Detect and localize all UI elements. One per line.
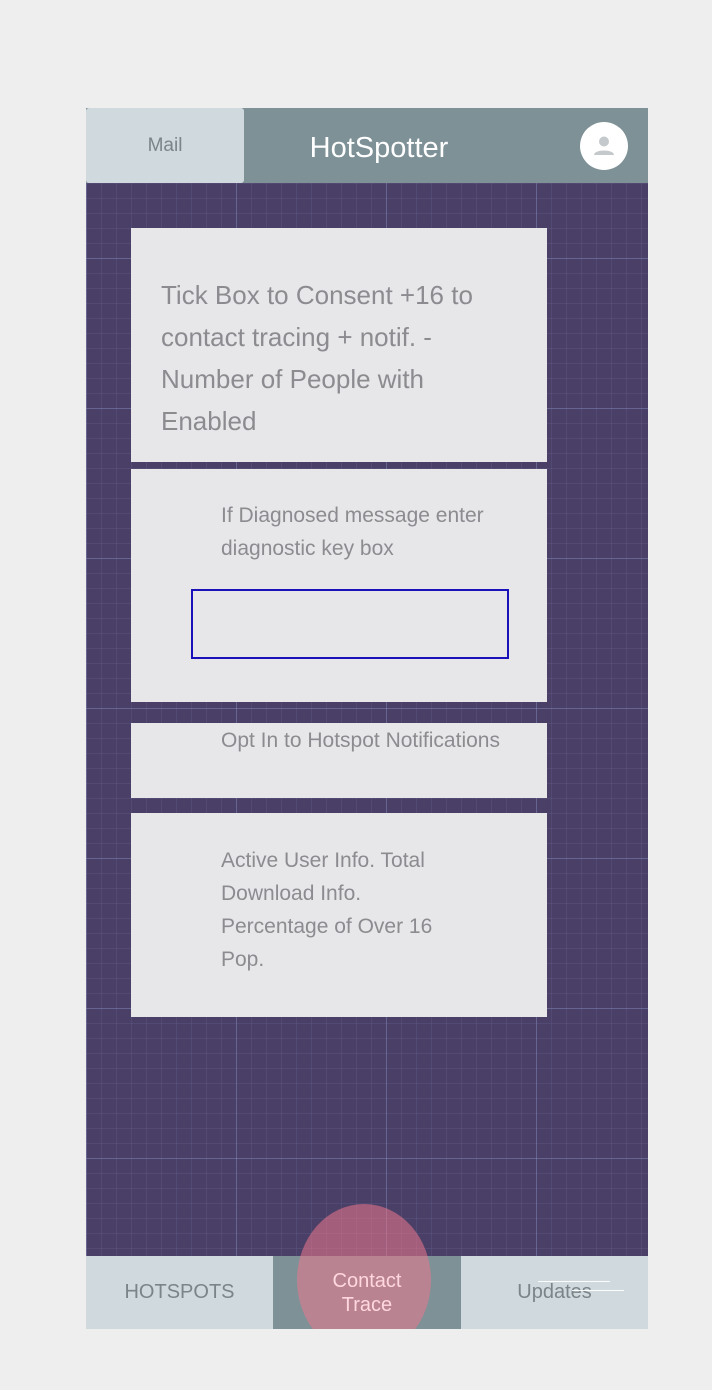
hotspot-optin-card[interactable]: Opt In to Hotspot Notifications bbox=[131, 723, 547, 798]
person-icon bbox=[594, 136, 614, 155]
tab-contact-trace-label: Contact Trace bbox=[273, 1256, 461, 1329]
diagnosed-message: If Diagnosed message enter diagnostic ke… bbox=[221, 504, 484, 560]
updates-strike-lines bbox=[536, 1278, 626, 1298]
optin-text: Opt In to Hotspot Notifications bbox=[221, 729, 500, 752]
diagnosis-card: If Diagnosed message enter diagnostic ke… bbox=[131, 469, 547, 702]
tab-hotspots-label: HOTSPOTS bbox=[124, 1281, 235, 1303]
consent-text: Tick Box to Consent +16 to contact traci… bbox=[161, 280, 473, 436]
diagnostic-key-input[interactable] bbox=[191, 589, 509, 659]
contact-trace-line2: Trace bbox=[341, 1293, 393, 1316]
app-title: HotSpotter bbox=[309, 131, 449, 164]
consent-card[interactable]: Tick Box to Consent +16 to contact traci… bbox=[131, 228, 547, 462]
active-user-info-card: Active User Info. Total Download Info. P… bbox=[131, 813, 547, 1017]
mail-tab-label: Mail bbox=[147, 134, 183, 156]
contact-trace-line1: Contact bbox=[332, 1269, 402, 1292]
active-user-info-text: Active User Info. Total Download Info. P… bbox=[221, 849, 433, 971]
app-header: Mail HotSpotter bbox=[86, 108, 648, 183]
profile-avatar-button[interactable] bbox=[580, 122, 628, 170]
tab-hotspots[interactable]: HOTSPOTS bbox=[86, 1256, 273, 1329]
app-screen: Mail HotSpotter Tick Box to Consent +16 … bbox=[86, 108, 648, 1329]
mail-tab[interactable]: Mail bbox=[86, 108, 244, 183]
